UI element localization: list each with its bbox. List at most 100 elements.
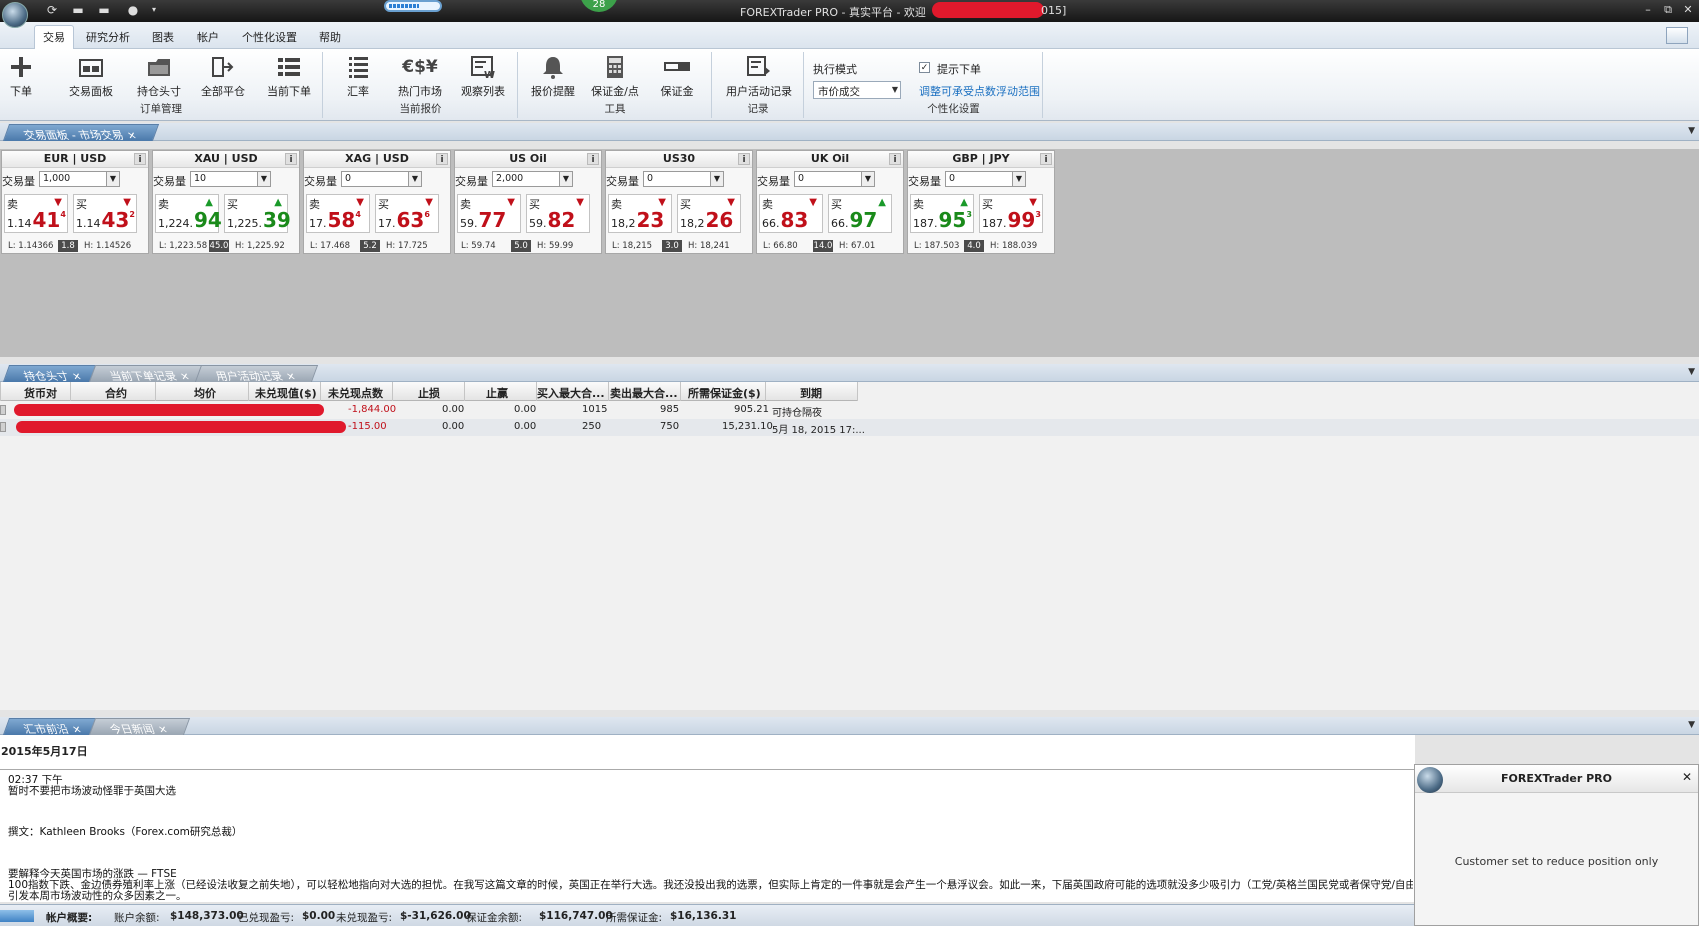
- info-icon[interactable]: i: [587, 153, 599, 165]
- sell-price-button[interactable]: 卖 ▼ 17. 58 4: [306, 194, 370, 233]
- close-button[interactable]: ✕: [1680, 2, 1696, 18]
- buy-price-button[interactable]: 买 ▲ 66. 97: [828, 194, 892, 233]
- column-header[interactable]: 止损: [418, 385, 440, 401]
- row-selector[interactable]: [0, 405, 6, 415]
- stop-loss-value[interactable]: 0.00: [442, 421, 464, 432]
- column-header[interactable]: 所需保证金($): [688, 385, 761, 401]
- panel-menu-icon[interactable]: ▼: [1688, 126, 1695, 136]
- buy-price-button[interactable]: 买 ▼ 1.14 43 2: [73, 194, 137, 233]
- tab-today-news[interactable]: 今日新闻✕: [88, 718, 191, 736]
- user-activity-button[interactable]: 用户活动记录: [717, 54, 801, 99]
- chevron-down-icon[interactable]: ▼: [861, 171, 875, 187]
- hot-markets-button[interactable]: €$¥ 热门市场: [392, 54, 448, 99]
- layout-icon[interactable]: [1666, 27, 1688, 44]
- limit-value[interactable]: 0.00: [514, 421, 536, 432]
- sell-price-button[interactable]: 卖 ▲ 1,224. 94: [155, 194, 222, 233]
- panel-menu-icon[interactable]: ▼: [1688, 367, 1695, 377]
- info-icon[interactable]: i: [436, 153, 448, 165]
- sell-price-button[interactable]: 卖 ▼ 59. 77: [457, 194, 521, 233]
- margin-per-pip-button[interactable]: 保证金/点: [587, 54, 643, 99]
- info-icon[interactable]: i: [285, 153, 297, 165]
- stop-loss-value[interactable]: 0.00: [442, 404, 464, 415]
- sell-price-pips: 23: [636, 208, 665, 232]
- sell-price-button[interactable]: 卖 ▲ 187. 95 3: [910, 194, 974, 233]
- tab-user-activity[interactable]: 用户活动记录✕: [194, 365, 319, 383]
- info-icon[interactable]: i: [134, 153, 146, 165]
- chevron-down-icon[interactable]: ▼: [257, 171, 271, 187]
- trade-panel-button[interactable]: 交易面板: [63, 54, 119, 99]
- day-low: L: 18,215: [612, 241, 653, 251]
- sell-price-button[interactable]: 卖 ▼ 1.14 41 4: [4, 194, 68, 233]
- chevron-down-icon[interactable]: ▼: [1012, 171, 1026, 187]
- menu-tab-personalize[interactable]: 个性化设置: [242, 29, 297, 45]
- column-header[interactable]: 货币对: [24, 385, 57, 401]
- quick-access-dropdown-icon[interactable]: ▾: [146, 3, 162, 17]
- tab-current-orders[interactable]: 当前下单记录✕: [88, 365, 213, 383]
- margin-button[interactable]: 保证金: [649, 54, 705, 99]
- panel-menu-icon[interactable]: ▼: [1688, 720, 1695, 730]
- buy-price-button[interactable]: 买 ▼ 59. 82: [526, 194, 590, 233]
- watchlist-button[interactable]: W 观察列表: [455, 54, 511, 99]
- close-all-button[interactable]: 全部平仓: [195, 54, 251, 99]
- close-icon[interactable]: ✕: [1682, 770, 1692, 784]
- restore-button[interactable]: ⧉: [1660, 2, 1676, 18]
- sell-price-button[interactable]: 卖 ▼ 18,2 23: [608, 194, 672, 233]
- notification-badge[interactable]: 28: [580, 0, 618, 12]
- menu-tab-help[interactable]: 帮助: [319, 29, 341, 45]
- margin-bar-icon: [664, 54, 690, 80]
- confirm-order-checkbox[interactable]: ✓: [919, 62, 930, 73]
- user-icon[interactable]: ●: [125, 3, 141, 17]
- column-header[interactable]: 买入最大合...: [537, 385, 605, 401]
- positions-button[interactable]: 持仓头寸: [131, 54, 187, 99]
- tab-trade-panel[interactable]: 交易面板 - 市场交易✕: [2, 124, 160, 142]
- app-logo-icon[interactable]: [2, 2, 28, 28]
- menu-tab-trade[interactable]: 交易: [34, 25, 74, 49]
- column-header[interactable]: 合约: [105, 385, 127, 401]
- buy-price-button[interactable]: 买 ▲ 1,225. 39: [224, 194, 291, 233]
- buy-price-button[interactable]: 买 ▼ 17. 63 6: [375, 194, 439, 233]
- chevron-down-icon[interactable]: ▼: [106, 171, 120, 187]
- rates-button[interactable]: 汇率: [330, 54, 386, 99]
- row-selector[interactable]: [0, 422, 6, 432]
- buy-price-button[interactable]: 买 ▼ 18,2 26: [677, 194, 741, 233]
- limit-value[interactable]: 0.00: [514, 404, 536, 415]
- table-row[interactable]: -115.00 0.00 0.00 250 750 15,231.10 5月 1…: [0, 419, 1699, 436]
- buy-price-button[interactable]: 买 ▼ 187. 99 3: [979, 194, 1043, 233]
- news-headline[interactable]: 暂时不要把市场波动怪罪于英国大选: [8, 783, 176, 798]
- info-icon[interactable]: i: [889, 153, 901, 165]
- buy-price-prefix: 59.: [529, 217, 547, 230]
- chevron-down-icon[interactable]: ▼: [408, 171, 422, 187]
- sell-price-button[interactable]: 卖 ▼ 66. 83: [759, 194, 823, 233]
- price-alert-button[interactable]: 报价提醒: [525, 54, 581, 99]
- new-order-button[interactable]: 下单: [0, 54, 46, 99]
- buy-price-pips: 82: [547, 208, 576, 232]
- table-row[interactable]: -1,844.00 0.00 0.00 1015 985 905.21 可持仓隔…: [0, 402, 1699, 419]
- column-header[interactable]: 均价: [194, 385, 216, 401]
- chat-icon[interactable]: ▬: [70, 3, 86, 17]
- chevron-down-icon[interactable]: ▼: [559, 171, 573, 187]
- chevron-down-icon[interactable]: ▼: [710, 171, 724, 187]
- menu-tab-charts[interactable]: 图表: [152, 29, 174, 45]
- minimize-button[interactable]: –: [1640, 2, 1656, 18]
- account-status-bar: 帐户概要: 账户余额: $148,373.00 已兑现盈亏: $0.00 未兑现…: [0, 904, 1415, 926]
- news-paragraph-line: 引发本周市场波动性的众多因素之一。: [8, 890, 187, 902]
- refresh-icon[interactable]: ⟳: [44, 3, 60, 17]
- column-header[interactable]: 未兑现值($): [255, 385, 317, 401]
- info-icon[interactable]: i: [738, 153, 750, 165]
- column-header[interactable]: 未兑现点数: [328, 385, 383, 401]
- menu-tab-account[interactable]: 帐户: [197, 29, 219, 45]
- info-icon[interactable]: i: [1040, 153, 1052, 165]
- chat-group-icon[interactable]: ▬: [96, 3, 112, 17]
- execution-mode-select[interactable]: 市价成交 ▼: [813, 81, 901, 99]
- column-header[interactable]: 止赢: [486, 385, 508, 401]
- adjust-slippage-link[interactable]: 调整可承受点数浮动范围: [919, 83, 1040, 99]
- close-tab-icon[interactable]: ✕: [126, 131, 138, 142]
- menu-tab-research[interactable]: 研究分析: [86, 29, 130, 45]
- buy-price-prefix: 18,2: [680, 217, 705, 230]
- current-orders-button[interactable]: 当前下单: [261, 54, 317, 99]
- column-header[interactable]: 卖出最大合...: [610, 385, 678, 401]
- column-separator: [857, 382, 858, 401]
- window-title: FOREXTrader PRO - 真实平台 - 欢迎: [740, 6, 926, 19]
- buy-price-fraction: 3: [1035, 210, 1041, 219]
- column-header[interactable]: 到期: [800, 385, 822, 401]
